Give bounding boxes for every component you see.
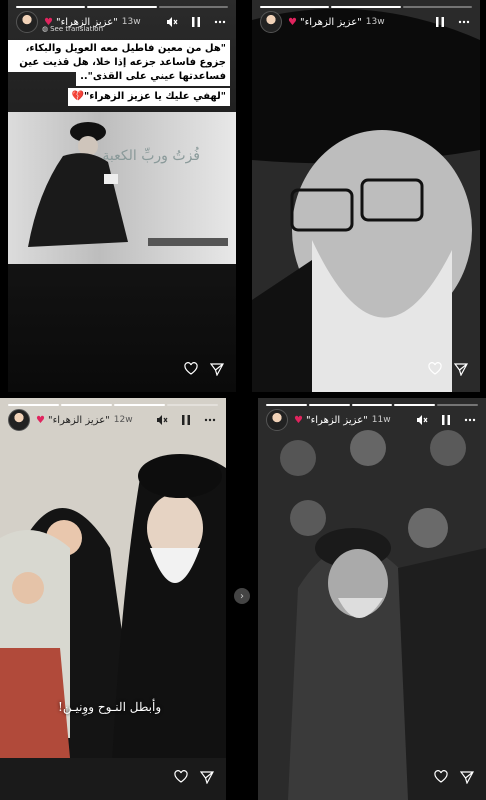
calligraphy-text: فُزتُ وربِّ الكعبة xyxy=(102,148,200,164)
more-icon[interactable] xyxy=(202,412,218,428)
username[interactable]: "عزيز الزهراء" xyxy=(48,415,110,426)
story-photo xyxy=(252,0,480,392)
story-time: 11w xyxy=(371,415,391,425)
story-card-2[interactable]: ♥ "عزيز الزهراء" 13w xyxy=(252,0,480,392)
story-time: 13w xyxy=(365,17,385,27)
story-actions xyxy=(174,769,215,788)
username[interactable]: "عزيز الزهراء" xyxy=(306,415,368,426)
story-header: ♥ "عزيز الزهراء" 12w xyxy=(8,406,218,434)
pause-icon[interactable] xyxy=(432,14,448,30)
translate-icon: ◍ xyxy=(42,25,49,33)
username[interactable]: "عزيز الزهراء" xyxy=(300,17,362,28)
heart-icon[interactable] xyxy=(428,361,442,380)
heart-emoji: ♥ xyxy=(294,414,303,426)
story-card-1[interactable]: ♥ "عزيز الزهراء" 13w ◍ See translation "… xyxy=(8,0,236,392)
story-time: 13w xyxy=(121,17,141,27)
story-actions xyxy=(428,361,469,380)
story-header: ♥ "عزيز الزهراء" 11w xyxy=(266,406,478,434)
avatar[interactable] xyxy=(266,409,288,431)
story-actions xyxy=(434,769,475,788)
story-photo xyxy=(258,398,486,800)
mute-icon[interactable] xyxy=(164,14,180,30)
heart-emoji: ♥ xyxy=(36,414,45,426)
story-header: ♥ "عزيز الزهراء" 13w xyxy=(260,8,472,36)
story-card-3[interactable]: ♥ "عزيز الزهراء" 12w xyxy=(0,398,226,800)
story-caption: وأبطل النـوح ووِنيـن! xyxy=(58,700,162,714)
more-icon[interactable] xyxy=(212,14,228,30)
pause-icon[interactable] xyxy=(188,14,204,30)
see-translation-link[interactable]: ◍ See translation xyxy=(42,25,103,33)
story-actions xyxy=(184,361,225,380)
more-icon[interactable] xyxy=(462,412,478,428)
send-icon[interactable] xyxy=(199,769,215,788)
story-photo xyxy=(8,112,236,264)
avatar[interactable] xyxy=(8,409,30,431)
avatar[interactable] xyxy=(16,11,38,33)
quote-line-3: فساعدتها عيني على القذى".. xyxy=(76,68,230,86)
pause-icon[interactable] xyxy=(438,412,454,428)
heart-icon[interactable] xyxy=(184,361,198,380)
heart-emoji: ♥ xyxy=(288,16,297,28)
avatar[interactable] xyxy=(260,11,282,33)
mute-icon[interactable] xyxy=(154,412,170,428)
more-icon[interactable] xyxy=(456,14,472,30)
quote-line-4: "لهفي عليك يا عزيز الزهراء"💔 xyxy=(67,88,230,106)
story-time: 12w xyxy=(113,415,133,425)
send-icon[interactable] xyxy=(453,361,469,380)
send-icon[interactable] xyxy=(459,769,475,788)
chevron-right-icon[interactable]: › xyxy=(234,588,250,604)
pause-icon[interactable] xyxy=(178,412,194,428)
story-card-4[interactable]: ♥ "عزيز الزهراء" 11w xyxy=(258,398,486,800)
heart-icon[interactable] xyxy=(174,769,188,788)
story-photo xyxy=(0,398,226,800)
mute-icon[interactable] xyxy=(414,412,430,428)
heart-icon[interactable] xyxy=(434,769,448,788)
send-icon[interactable] xyxy=(209,361,225,380)
